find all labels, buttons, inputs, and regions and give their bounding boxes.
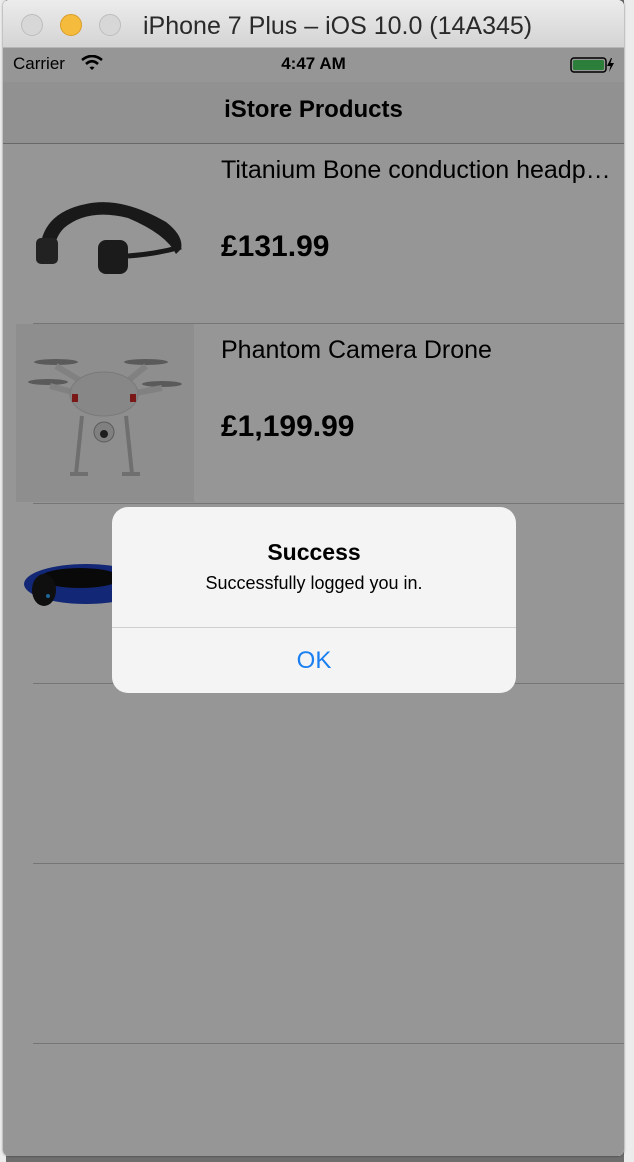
alert-message: Successfully logged you in. xyxy=(205,573,423,593)
simulator-window: iPhone 7 Plus – iOS 10.0 (14A345) Carrie… xyxy=(3,0,624,1156)
alert-title: Success xyxy=(267,539,361,565)
alert-dialog: Success Successfully logged you in. OK xyxy=(112,507,516,693)
title-bar[interactable]: iPhone 7 Plus – iOS 10.0 (14A345) xyxy=(3,0,624,48)
minimize-button[interactable] xyxy=(60,14,82,36)
zoom-button[interactable] xyxy=(99,14,121,36)
window-title: iPhone 7 Plus – iOS 10.0 (14A345) xyxy=(143,12,533,40)
device-screen: Carrier 4:47 AM iStore Products Titanium… xyxy=(3,48,624,1156)
ok-button[interactable]: OK xyxy=(112,628,516,693)
close-button[interactable] xyxy=(21,14,43,36)
background-right xyxy=(624,0,634,1162)
